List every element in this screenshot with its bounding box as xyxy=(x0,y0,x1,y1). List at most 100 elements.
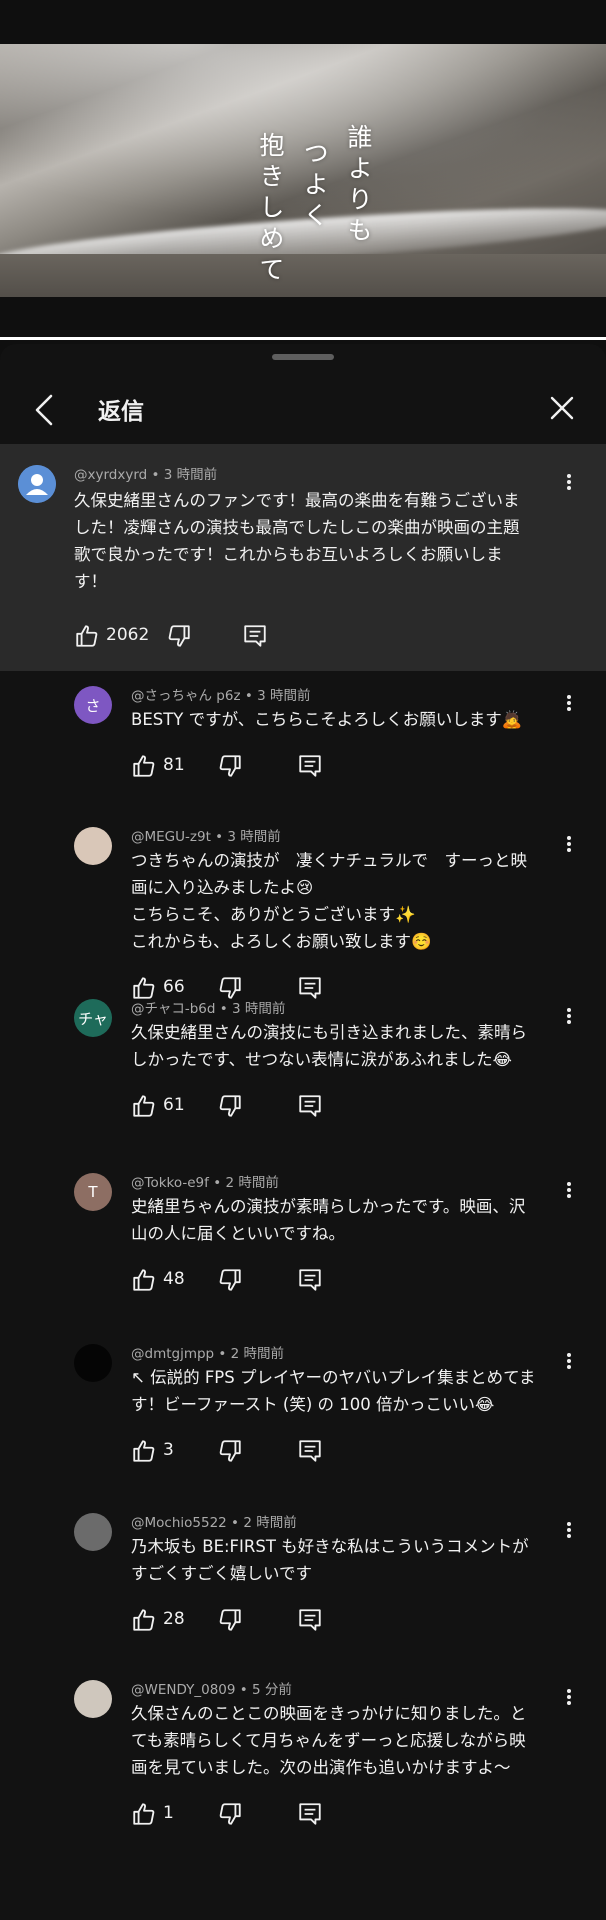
comment-author[interactable]: @MEGU-z9t xyxy=(131,829,211,845)
close-button[interactable] xyxy=(544,390,580,426)
comment-meta: @チャコ-b6d • 3 時間前 xyxy=(131,1001,286,1017)
chevron-left-icon xyxy=(35,394,53,426)
like-count: 81 xyxy=(163,755,185,775)
comment-author[interactable]: @xyrdxyrd xyxy=(74,467,147,483)
like-button[interactable] xyxy=(74,623,100,649)
comment-text: 史緒里ちゃんの演技が素晴らしかったです。映画、沢 山の人に届くといいですね。 xyxy=(131,1193,571,1247)
reply-button[interactable] xyxy=(297,1438,323,1464)
comment-text-line: すごくすごく嬉しいです xyxy=(131,1564,313,1583)
close-icon xyxy=(550,396,574,420)
page-title: 返信 xyxy=(98,399,144,425)
reply-button[interactable] xyxy=(297,975,323,1001)
comment-text-line: ↖ 伝説的 FPS プレイヤーのヤバいプレイ集まとめてま xyxy=(131,1368,536,1387)
comment-actions: 1 xyxy=(131,1801,351,1831)
comment-text-line: つきちゃんの演技が 凄くナチュラルで すーっと映 xyxy=(131,851,527,870)
comment-text-line: 史緒里ちゃんの演技が素晴らしかったです。映画、沢 xyxy=(131,1197,526,1216)
comment-text-line: 久保史緒里さんのファンです！最高の楽曲を有難うございま xyxy=(74,491,520,510)
like-button[interactable] xyxy=(131,753,157,779)
comment-actions: 2062 xyxy=(74,623,294,653)
avatar[interactable] xyxy=(74,1344,112,1382)
comment-text-line: ても素晴らしくて月ちゃんをずーっと応援しながら映 xyxy=(131,1731,526,1750)
sand-shore xyxy=(0,254,606,297)
drag-handle[interactable] xyxy=(272,354,334,360)
parent-comment: @xyrdxyrd • 3 時間前 久保史緒里さんのファンです！最高の楽曲を有難… xyxy=(0,445,606,671)
comment-author[interactable]: @dmtgjmpp xyxy=(131,1346,214,1362)
dislike-button[interactable] xyxy=(217,753,243,779)
dislike-button[interactable] xyxy=(217,1607,243,1633)
comment-author[interactable]: @チャコ-b6d xyxy=(131,1001,215,1017)
comment-text-line: 久保さんのことこの映画をきっかけに知りました。と xyxy=(131,1704,527,1723)
like-count: 48 xyxy=(163,1269,185,1289)
avatar[interactable]: T xyxy=(74,1173,112,1211)
comment-text-line: こちらこそ、ありがとうございます✨ xyxy=(131,905,416,924)
avatar[interactable] xyxy=(18,465,56,503)
reply-button[interactable] xyxy=(297,1093,323,1119)
comment-time: 2 時間前 xyxy=(225,1175,279,1191)
comment-meta: @xyrdxyrd • 3 時間前 xyxy=(74,467,218,483)
like-button[interactable] xyxy=(131,1093,157,1119)
lyric-line-3: 抱きしめて xyxy=(256,132,285,287)
video-progress-bar[interactable] xyxy=(0,337,606,340)
comment-actions: 81 xyxy=(131,753,351,783)
reply-button[interactable] xyxy=(297,1267,323,1293)
avatar[interactable]: チャ xyxy=(74,999,112,1037)
like-button[interactable] xyxy=(131,1267,157,1293)
comment-meta: @MEGU-z9t • 3 時間前 xyxy=(131,829,281,845)
comment-actions: 48 xyxy=(131,1267,351,1297)
avatar[interactable] xyxy=(74,1513,112,1551)
dislike-button[interactable] xyxy=(217,1267,243,1293)
comment-meta: @さっちゃん p6z • 3 時間前 xyxy=(131,688,311,704)
comment-meta: @dmtgjmpp • 2 時間前 xyxy=(131,1346,285,1362)
default-user-icon xyxy=(18,465,56,503)
like-button[interactable] xyxy=(131,1607,157,1633)
like-count: 28 xyxy=(163,1609,185,1629)
like-count: 2062 xyxy=(106,625,150,645)
reply-button[interactable] xyxy=(297,753,323,779)
like-count: 61 xyxy=(163,1095,185,1115)
avatar[interactable]: さ xyxy=(74,686,112,724)
comment-text: 久保史緒里さんのファンです！最高の楽曲を有難うございま した！凌輝さんの演技も最… xyxy=(74,487,574,595)
dislike-button[interactable] xyxy=(217,1801,243,1827)
like-count: 66 xyxy=(163,977,185,997)
like-button[interactable] xyxy=(131,1801,157,1827)
comment-time: 3 時間前 xyxy=(163,467,218,483)
comment-text: つきちゃんの演技が 凄くナチュラルで すーっと映 画に入り込みましたよ😢 こちらこそ… xyxy=(131,847,571,955)
comment-time: 2 時間前 xyxy=(230,1346,285,1362)
comment-text: 久保さんのことこの映画をきっかけに知りました。と ても素晴らしくて月ちゃんをずーっ… xyxy=(131,1700,571,1781)
comment-text-line: した！凌輝さんの演技も最高でしたしこの楽曲が映画の主題 xyxy=(74,518,520,537)
video-player[interactable]: 誰よりも つよく 抱きしめて xyxy=(0,44,606,297)
comment-text: 久保史緒里さんの演技にも引き込まれました、素晴ら しかったです、せつない表情に涙が… xyxy=(131,1019,571,1073)
comment-time: 3 時間前 xyxy=(257,688,311,704)
comment-text-line: す！ビーファースト (笑) の 100 倍かっこいい😂 xyxy=(131,1395,495,1414)
comment-author[interactable]: @WENDY_0809 xyxy=(131,1682,236,1698)
comment-text-line: しかったです、せつない表情に涙があふれました😂 xyxy=(131,1050,512,1069)
comment-meta: @WENDY_0809 • 5 分前 xyxy=(131,1682,292,1698)
comment-actions: 28 xyxy=(131,1607,351,1637)
dislike-button[interactable] xyxy=(166,623,192,649)
comment-author[interactable]: @さっちゃん p6z xyxy=(131,688,241,704)
avatar[interactable] xyxy=(74,827,112,865)
like-count: 1 xyxy=(163,1803,174,1823)
comment-text-line: BESTY ですが、こちらこそよろしくお願いします🙇 xyxy=(131,710,523,729)
reply-button[interactable] xyxy=(242,623,268,649)
like-count: 3 xyxy=(163,1440,174,1460)
comment-time: 5 分前 xyxy=(252,1682,292,1698)
dislike-button[interactable] xyxy=(217,1438,243,1464)
like-button[interactable] xyxy=(131,1438,157,1464)
comment-text: ↖ 伝説的 FPS プレイヤーのヤバいプレイ集まとめてま す！ビーファースト (笑… xyxy=(131,1364,571,1418)
comment-text-line: 乃木坂も BE:FIRST も好きな私はこういうコメントが xyxy=(131,1537,529,1556)
comment-text-line: 画に入り込みましたよ😢 xyxy=(131,878,314,897)
dislike-button[interactable] xyxy=(217,1093,243,1119)
comment-text-line: 久保史緒里さんの演技にも引き込まれました、素晴ら xyxy=(131,1023,527,1042)
back-button[interactable] xyxy=(26,392,62,428)
comment-author[interactable]: @Tokko-e9f xyxy=(131,1175,209,1191)
comment-author[interactable]: @Mochio5522 xyxy=(131,1515,227,1531)
comment-actions: 3 xyxy=(131,1438,351,1468)
comment-time: 2 時間前 xyxy=(243,1515,297,1531)
reply-button[interactable] xyxy=(297,1607,323,1633)
avatar[interactable] xyxy=(74,1680,112,1718)
comment-text-line: 山の人に届くといいですね。 xyxy=(131,1224,346,1243)
comment-text-line: す！ xyxy=(74,572,107,591)
reply-button[interactable] xyxy=(297,1801,323,1827)
comment-text-line: これからも、よろしくお願い致します☺️ xyxy=(131,932,432,951)
